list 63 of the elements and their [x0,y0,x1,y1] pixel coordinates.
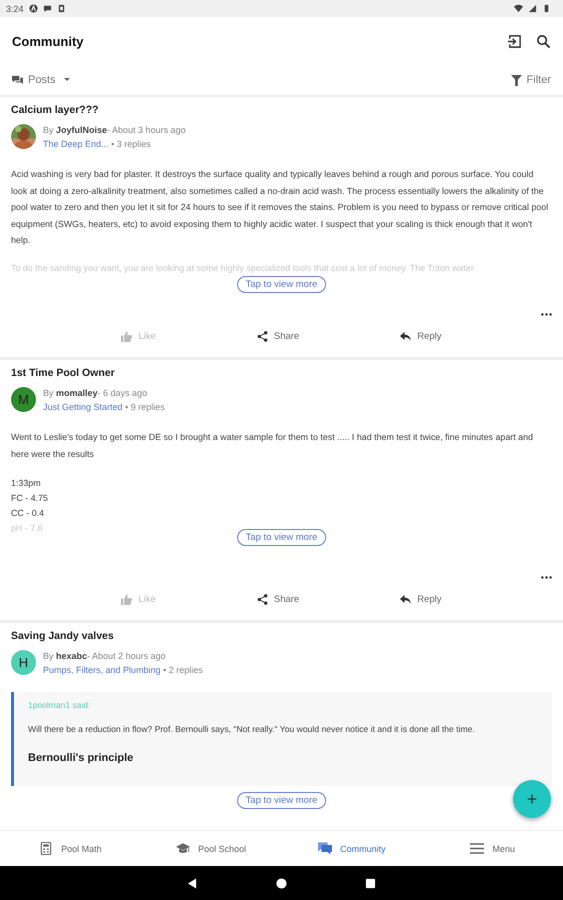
nav-tab[interactable]: Pool School [140,831,282,866]
caret-icon [64,78,70,82]
quote-author: 1poolman1 said: [28,700,92,710]
filter-icon [510,74,522,86]
reply-icon [400,594,412,604]
post-text: Acid washing is very bad for plaster. It destroys the surface quality and typically leaves behind a rough and porous surface. You could look at doing a zero-alkalinity treatment, also sometimes called a no-drain acid wash. The process essentially lowers the alkalinity of the pool water to zero and then you let it sit for 24 hours to see if it removes the stains. Problem is you need to bypass or remove critical pool equipment (SWGs, heaters, etc) to avoid exposing them to highly acidic water. I suspect that your scaling is thick enough that it won't help. [11,168,550,247]
post-text: Went to Leslie's today to get some DE so I brought a water sample for them to test ..... I had them test it twice, fine minutes apart and here were the results [11,431,534,460]
view-more-button[interactable]: Tap to view more [236,792,326,809]
quote-text: Will there be a reduction in flow? Prof. Bernoulli says, "Not really." You would never notice it and it is done all the time. [28,724,476,734]
more-icon[interactable] [541,576,552,578]
share-icon [256,594,268,604]
post-title[interactable]: Calcium layer??? [11,104,552,116]
category-link[interactable]: Just Getting Started [43,402,123,412]
square-icon [56,4,66,13]
home-icon[interactable] [276,878,287,888]
menu-icon [470,842,484,855]
thumbs-up-icon [121,594,132,604]
quote-heading: Bernoulli's principle [28,751,134,766]
thumbs-up-icon [121,330,132,342]
reply-button[interactable]: Reply [398,328,444,344]
login-icon[interactable] [507,34,522,48]
calculator-icon [39,842,54,855]
nav-tab[interactable]: Community [282,831,422,866]
reply-count: • 9 replies [125,402,165,412]
view-more-button[interactable]: Tap to view more [236,276,326,293]
reply-count: • 2 replies [163,664,203,674]
nav-tab[interactable]: Menu [422,831,563,866]
more-icon[interactable] [541,312,552,316]
recents-icon[interactable] [365,878,376,888]
reply-button[interactable]: Reply [398,592,444,606]
battery-icon [542,4,551,13]
avatar: M [11,387,36,412]
share-icon [256,330,268,342]
reply-count: • 3 replies [111,138,151,148]
post-title[interactable]: 1st Time Pool Owner [11,367,552,379]
wifi-icon [514,4,523,13]
post-title[interactable]: Saving Jandy valves [11,630,552,642]
chat-icon [318,842,332,855]
page-title: Community [12,34,84,48]
category-link[interactable]: The Deep End... [43,138,109,148]
graduation-cap-icon [176,842,190,855]
author-line: By JoyfulNoise- About 3 hours ago [43,124,186,134]
notification-icon [28,4,38,13]
search-icon[interactable] [536,34,551,48]
view-more-button[interactable]: Tap to view more [236,529,326,546]
share-button[interactable]: Share [254,328,302,344]
share-button[interactable]: Share [254,592,302,606]
clock-time: 3:24 [6,4,24,14]
filter-button[interactable]: Filter [510,74,551,86]
chat-icon [12,74,23,86]
post-text: CC - 0.4 [11,507,46,520]
signal-icon [528,4,537,13]
nav-tab[interactable]: Pool Math [0,831,141,866]
back-icon[interactable] [187,878,198,888]
author-line: By momalley- 6 days ago [43,388,148,398]
post-text: FC - 4.75 [11,492,49,505]
reply-icon [400,330,412,342]
author-line: By hexabc- About 2 hours ago [43,650,167,660]
category-link[interactable]: Pumps, Filters, and Plumbing [43,664,161,674]
avatar: H [11,650,36,675]
post-text: 1:33pm [11,477,42,490]
posts-dropdown[interactable]: Posts [12,74,70,86]
chat-icon [42,4,52,13]
